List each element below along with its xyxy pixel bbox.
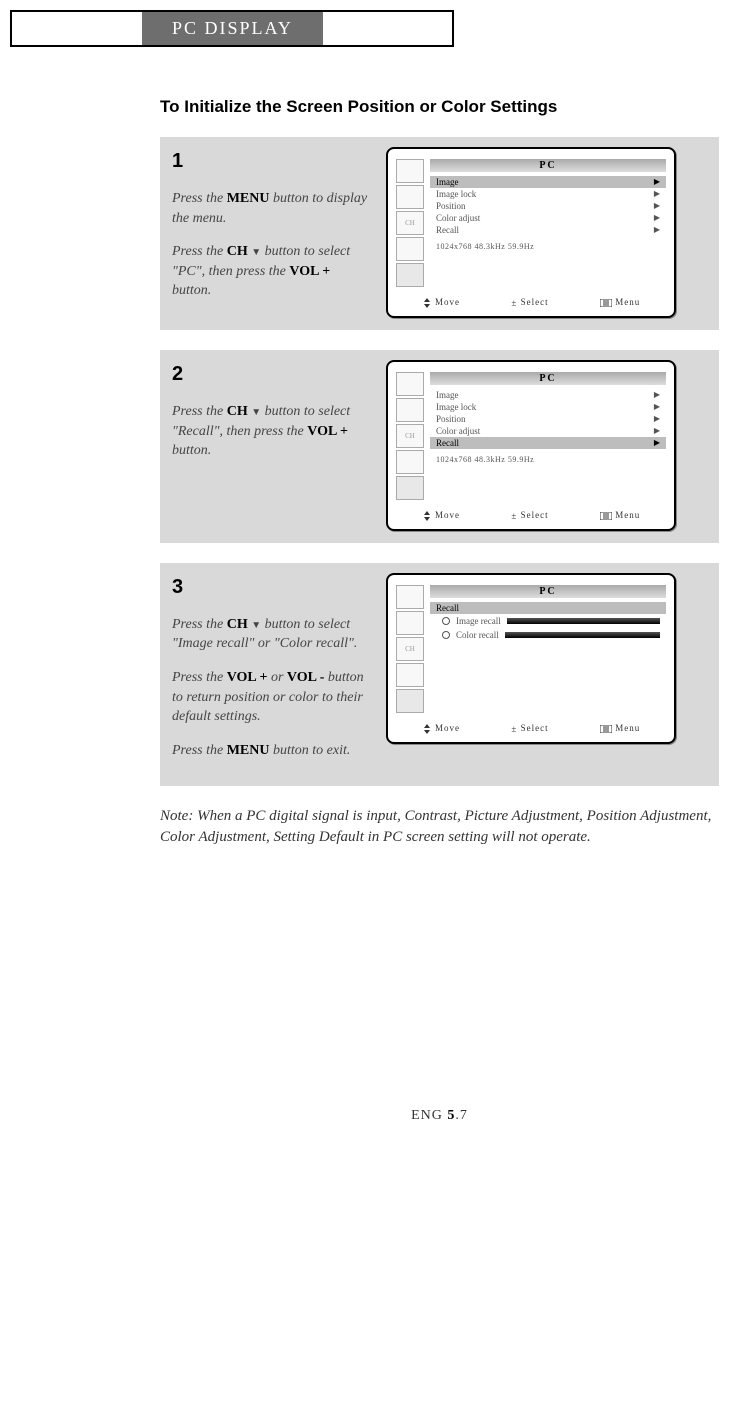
step-paragraph: Press the MENU button to display the men… [172,189,372,228]
osd-panel: CH PC Image▶Image lock▶Position▶Color adju… [386,360,676,531]
osd-category-icon [396,185,424,209]
osd-category-icon [396,663,424,687]
osd-title: PC [430,372,666,385]
osd-title: PC [430,585,666,598]
step-number: 3 [172,573,372,601]
osd-bottom-bar: Move ± Select Menu [396,510,666,521]
osd-menu-item: Image▶ [430,176,666,188]
osd-main: PC RecallImage recallColor recall [430,585,666,715]
step-text: 3 Press the CH button to select "Image re… [172,573,372,775]
osd-resolution: 1024x768 48.3kHz 59.9Hz [430,449,666,470]
footer-post: .7 [455,1108,468,1123]
osd-category-icon [396,689,424,713]
osd-main: PC Image▶Image lock▶Position▶Color adjust… [430,372,666,502]
osd-menu-label: Menu [600,297,640,308]
osd-bottom-bar: Move ± Select Menu [396,297,666,308]
step-block: 3 Press the CH button to select "Image re… [160,563,719,787]
step-paragraph: Press the MENU button to exit. [172,741,372,761]
osd-move-label: Move [422,723,460,734]
osd-move-label: Move [422,510,460,521]
step-text: 2 Press the CH button to select "Recall",… [172,360,372,475]
osd-move-label: Move [422,297,460,308]
footer-pre: ENG [411,1108,447,1123]
step-number: 1 [172,147,372,175]
osd-category-icon [396,476,424,500]
page-footer: ENG 5.7 [160,1108,719,1124]
osd-icon-column: CH [396,585,426,715]
osd-recall-item: Image recall [430,614,666,628]
osd-menu-label: Menu [600,510,640,521]
osd-category-icon: CH [396,637,424,661]
header-tab: PC DISPLAY [142,12,323,45]
osd-category-icon [396,237,424,261]
osd-menu-item: Recall▶ [430,437,666,449]
step-paragraph: Press the CH button to select "Recall", … [172,402,372,461]
osd-main: PC Image▶Image lock▶Position▶Color adjust… [430,159,666,289]
osd-icon-column: CH [396,372,426,502]
header-box: PC DISPLAY [10,10,454,47]
content: To Initialize the Screen Position or Col… [160,97,719,1124]
osd-menu-item: Recall▶ [430,224,666,236]
step-paragraph: Press the CH button to select "PC", then… [172,242,372,301]
osd-category-icon [396,159,424,183]
note-text: Note: When a PC digital signal is input,… [160,806,719,848]
osd-category-icon: CH [396,424,424,448]
osd-category-icon: CH [396,211,424,235]
osd-category-icon [396,372,424,396]
osd-category-icon [396,398,424,422]
osd-menu-item: Position▶ [430,200,666,212]
osd-menu-label: Menu [600,723,640,734]
step-text: 1 Press the MENU button to display the me… [172,147,372,315]
osd-icon-column: CH [396,159,426,289]
osd-panel: CH PC RecallImage recallColor recall Move ±… [386,573,676,744]
osd-panel: CH PC Image▶Image lock▶Position▶Color adju… [386,147,676,318]
osd-select-label: ± Select [511,723,548,734]
osd-menu-item: Image lock▶ [430,188,666,200]
osd-menu-item: Color adjust▶ [430,425,666,437]
osd-menu-item: Image lock▶ [430,401,666,413]
osd-category-icon [396,585,424,609]
osd-recall-item: Color recall [430,628,666,642]
osd-menu-item: Color adjust▶ [430,212,666,224]
step-paragraph: Press the CH button to select "Image rec… [172,615,372,654]
osd-category-icon [396,611,424,635]
osd-menu-item: Position▶ [430,413,666,425]
osd-menu-item: Image▶ [430,389,666,401]
osd-bottom-bar: Move ± Select Menu [396,723,666,734]
step-paragraph: Press the VOL + or VOL - button to retur… [172,668,372,727]
step-block: 2 Press the CH button to select "Recall",… [160,350,719,543]
osd-select-label: ± Select [511,510,548,521]
step-block: 1 Press the MENU button to display the me… [160,137,719,330]
step-number: 2 [172,360,372,388]
osd-category-icon [396,263,424,287]
osd-title: PC [430,159,666,172]
osd-resolution: 1024x768 48.3kHz 59.9Hz [430,236,666,257]
osd-category-icon [396,450,424,474]
osd-select-label: ± Select [511,297,548,308]
section-title: To Initialize the Screen Position or Col… [160,97,719,117]
osd-recall-header: Recall [430,602,666,614]
